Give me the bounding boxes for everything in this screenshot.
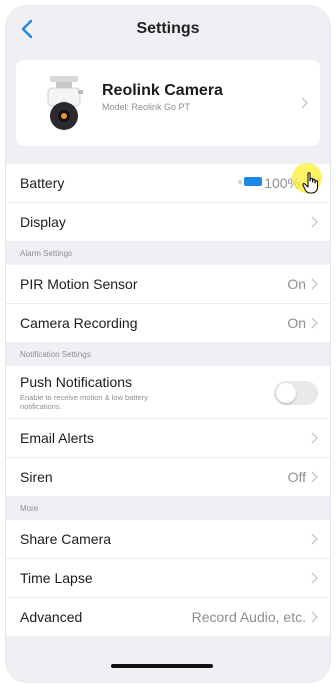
chevron-right-icon xyxy=(301,97,308,109)
pir-label: PIR Motion Sensor xyxy=(20,276,138,292)
page-title: Settings xyxy=(136,20,200,37)
nav-bar: Settings xyxy=(6,6,330,52)
chevron-right-icon xyxy=(311,216,318,228)
more-section: Share Camera Time Lapse Advanced Record … xyxy=(6,520,330,636)
advanced-value: Record Audio, etc. xyxy=(191,609,306,625)
email-alerts-row[interactable]: Email Alerts xyxy=(6,419,330,458)
hand-cursor-icon xyxy=(302,172,319,194)
timelapse-label: Time Lapse xyxy=(20,570,93,586)
more-section-header: More xyxy=(6,496,330,520)
battery-icon xyxy=(244,177,262,186)
settings-screen: Settings Reolink Camera Model: Reolink G… xyxy=(6,6,330,682)
time-lapse-row[interactable]: Time Lapse xyxy=(6,559,330,598)
push-label: Push Notifications xyxy=(20,374,133,390)
battery-indicator: 100% xyxy=(220,175,300,191)
camera-name: Reolink Camera xyxy=(102,82,223,99)
camera-recording-row[interactable]: Camera Recording On xyxy=(6,304,330,342)
notification-section-header: Notification Settings xyxy=(6,342,330,366)
notification-section-title: Notification Settings xyxy=(20,350,91,359)
notification-section: Push Notifications Enable to receive mot… xyxy=(6,366,330,496)
battery-dot-icon xyxy=(238,180,242,184)
siren-value: Off xyxy=(287,469,306,485)
toggle-knob xyxy=(276,383,296,403)
share-label: Share Camera xyxy=(20,531,112,547)
chevron-right-icon xyxy=(311,317,318,329)
alarm-section-header: Alarm Settings xyxy=(6,241,330,265)
recording-value: On xyxy=(287,315,306,331)
push-notifications-row: Push Notifications Enable to receive mot… xyxy=(6,366,330,419)
chevron-right-icon xyxy=(311,278,318,290)
chevron-right-icon xyxy=(311,432,318,444)
camera-icon xyxy=(47,76,83,130)
alarm-section-title: Alarm Settings xyxy=(20,249,73,258)
chevron-right-icon xyxy=(311,611,318,623)
alarm-section: PIR Motion Sensor On Camera Recording On xyxy=(6,265,330,342)
display-row[interactable]: Display xyxy=(6,203,330,241)
chevron-right-icon xyxy=(311,471,318,483)
pir-value: On xyxy=(287,276,306,292)
camera-model: Model: Reolink Go PT xyxy=(102,102,191,112)
recording-label: Camera Recording xyxy=(20,315,138,331)
push-sublabel: Enable to receive motion & low battery n… xyxy=(20,393,148,411)
advanced-label: Advanced xyxy=(20,609,83,625)
pir-motion-row[interactable]: PIR Motion Sensor On xyxy=(6,265,330,304)
chevron-right-icon xyxy=(311,572,318,584)
chevron-right-icon xyxy=(311,533,318,545)
home-indicator[interactable] xyxy=(111,664,213,668)
share-camera-row[interactable]: Share Camera xyxy=(6,520,330,559)
advanced-row[interactable]: Advanced Record Audio, etc. xyxy=(6,598,330,636)
battery-row[interactable]: Battery 100% xyxy=(6,164,330,203)
push-notifications-toggle[interactable] xyxy=(274,381,318,405)
camera-card[interactable]: Reolink Camera Model: Reolink Go PT xyxy=(16,60,320,146)
siren-label: Siren xyxy=(20,469,53,485)
display-label: Display xyxy=(20,214,66,230)
battery-label: Battery xyxy=(20,175,65,191)
email-label: Email Alerts xyxy=(20,430,94,446)
more-section-title: More xyxy=(20,504,39,513)
general-section: Battery 100% Display xyxy=(6,164,330,241)
siren-row[interactable]: Siren Off xyxy=(6,458,330,496)
